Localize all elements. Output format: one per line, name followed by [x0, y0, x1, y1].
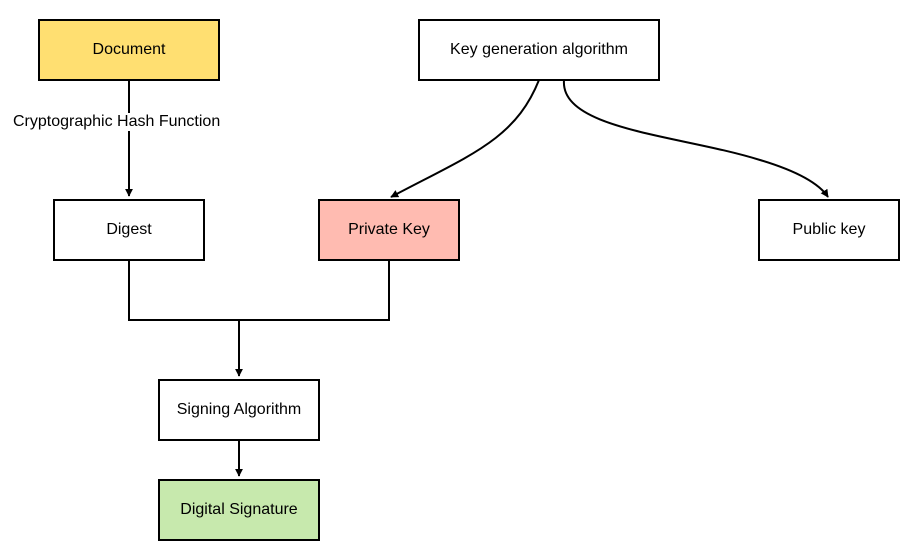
edge-keygen-private-key	[390, 79, 540, 198]
edge-label-hash-function: Cryptographic Hash Function	[12, 113, 222, 131]
node-document[interactable]: Document	[38, 19, 220, 81]
edge-private-key-signing	[235, 260, 390, 377]
node-public-key[interactable]: Public key	[758, 199, 900, 261]
node-key-generation-algorithm[interactable]: Key generation algorithm	[418, 19, 660, 81]
node-signing-algorithm[interactable]: Signing Algorithm	[158, 379, 320, 441]
edge-keygen-public-key	[562, 79, 829, 198]
diagram-canvas: Cryptographic Hash Function Document Key…	[0, 0, 917, 545]
edge-digest-signing	[128, 260, 239, 321]
edges-layer	[125, 79, 829, 477]
node-digital-signature[interactable]: Digital Signature	[158, 479, 320, 541]
node-private-key[interactable]: Private Key	[318, 199, 460, 261]
node-digest[interactable]: Digest	[53, 199, 205, 261]
